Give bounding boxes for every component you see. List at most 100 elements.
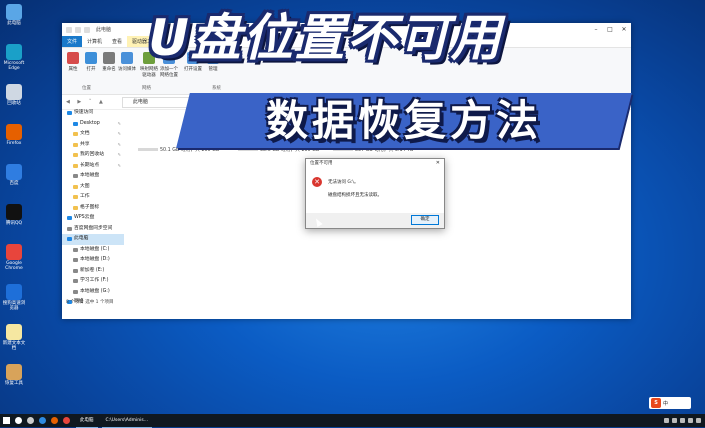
dialog-close-icon[interactable]: ✕ xyxy=(436,160,440,166)
desktop-icon-label: 新建文本文档 xyxy=(2,341,26,351)
ribbon-button-icon xyxy=(85,52,97,64)
desktop-icon[interactable]: Microsoft Edge xyxy=(2,44,26,71)
chrome-icon xyxy=(6,244,22,260)
folder-icon xyxy=(73,153,78,157)
nav-item-label: 此电脑 xyxy=(74,236,89,241)
nav-item[interactable]: Desktop ✎ xyxy=(62,119,124,130)
desktop-icon[interactable]: Google Chrome xyxy=(2,244,26,271)
desktop-icon[interactable]: 此电脑 xyxy=(2,4,26,26)
ribbon-group-label: 网络 xyxy=(142,86,151,91)
desktop-icon[interactable]: 百度 xyxy=(2,164,26,186)
drive-icon xyxy=(67,226,72,231)
tray-icon[interactable] xyxy=(680,418,685,423)
location-unavailable-dialog: 位置不可用 ✕ ✕ 无法访问 G:\。 磁盘结构损坏且无法读取。 确定 xyxy=(305,158,445,229)
desktop-icon-label: 搜狗高速浏览器 xyxy=(2,301,26,311)
desktop-icon[interactable]: 腾讯QQ xyxy=(2,204,26,226)
ribbon-button-icon xyxy=(67,52,79,64)
nav-item-label: 本地磁盘 (C:) xyxy=(80,246,110,252)
nav-item[interactable]: 学习工作 (F:) xyxy=(62,276,124,287)
nav-item[interactable]: 共享 ✎ xyxy=(62,140,124,151)
nav-item-label: 快速访问 xyxy=(74,110,94,115)
desktop-icon[interactable]: Firefox xyxy=(2,124,26,146)
windows-start-icon[interactable] xyxy=(0,414,12,427)
title-banner: U盘位置不可用 xyxy=(123,0,528,76)
task-view-icon[interactable] xyxy=(24,414,36,427)
ribbon-button[interactable]: 打开 xyxy=(82,52,100,72)
minimize-button[interactable]: – xyxy=(589,26,603,33)
banner-subtitle: 数据恢复方法 xyxy=(265,96,542,145)
notification-icon[interactable] xyxy=(696,418,701,423)
firefox-icon[interactable] xyxy=(48,414,60,427)
nav-item[interactable]: 工作 xyxy=(62,192,124,203)
drive-icon xyxy=(73,174,78,178)
nav-item[interactable]: 本地磁盘 (C:) xyxy=(62,245,124,256)
taskbar-path[interactable]: C:\Users\Adminis... xyxy=(101,414,153,428)
quick-access-toolbar[interactable] xyxy=(66,26,90,33)
dialog-footer: 确定 xyxy=(306,213,444,228)
status-bar: 8 个项目 选中 1 个项目 xyxy=(66,300,114,305)
nav-item[interactable]: 文档 ✎ xyxy=(62,129,124,140)
nav-item[interactable]: 此电脑 xyxy=(62,234,124,245)
ribbon-group-label: 系统 xyxy=(212,86,221,91)
nav-item[interactable]: 快速访问 xyxy=(62,108,124,119)
ribbon-button[interactable]: 重命名 xyxy=(100,52,118,72)
folder-icon xyxy=(73,142,78,147)
nav-arrows-icon[interactable]: ◀ ▶ ˅ ▲ xyxy=(66,99,106,105)
edge-icon xyxy=(6,44,22,60)
nav-item[interactable]: 本地磁盘 (D:) xyxy=(62,255,124,266)
nav-item[interactable]: WPS云盘 xyxy=(62,213,124,224)
desktop-icon[interactable]: 新建文本文档 xyxy=(2,324,26,351)
close-button[interactable]: ✕ xyxy=(617,26,631,33)
pin-icon: ✎ xyxy=(117,162,121,168)
ribbon-button[interactable]: 属性 xyxy=(64,52,82,72)
pin-icon: ✎ xyxy=(117,120,121,126)
desktop-icon[interactable]: 搜狗高速浏览器 xyxy=(2,284,26,311)
pin-icon: ✎ xyxy=(117,131,121,136)
tab-file[interactable]: 文件 xyxy=(62,36,83,47)
pin-icon: ✎ xyxy=(117,152,121,157)
drive-usage-bar xyxy=(238,148,258,151)
folder-icon xyxy=(73,184,78,189)
drive-capacity-label: 38.6 GB 可用，共 200 GB xyxy=(260,148,320,153)
error-icon: ✕ xyxy=(312,177,322,187)
chrome-icon[interactable] xyxy=(60,414,72,427)
nav-item-label: 格子图标 xyxy=(80,204,100,210)
nav-item[interactable]: 长期站点 ✎ xyxy=(62,161,124,172)
drive-icon xyxy=(73,289,78,294)
ribbon-button-label: 打开 xyxy=(86,67,96,72)
desktop-icon-label: Google Chrome xyxy=(5,261,23,271)
ribbon-group-label: 位置 xyxy=(82,86,91,91)
nav-item[interactable]: 百度网盘同步空间 xyxy=(62,224,124,235)
subtitle-banner: 数据恢复方法 xyxy=(176,93,632,148)
nav-item-label: 学习工作 (F:) xyxy=(80,278,109,283)
sogou-browser-icon xyxy=(6,284,22,300)
desktop-icon[interactable]: 回收站 xyxy=(2,84,26,106)
ime-toolbar[interactable]: S 中 xyxy=(649,397,691,409)
tray-icon[interactable] xyxy=(688,418,693,423)
nav-item[interactable]: 本地磁盘 (G:) xyxy=(62,287,124,298)
ime-mode: 中 xyxy=(663,400,669,407)
nav-item[interactable]: 我的回收站 ✎ xyxy=(62,150,124,161)
tray-icon[interactable] xyxy=(664,418,669,423)
ok-button[interactable]: 确定 xyxy=(411,215,439,225)
desktop-icon[interactable]: 恢复工具 xyxy=(2,364,26,386)
nav-item[interactable]: 大图 xyxy=(62,182,124,193)
banner-title: U盘位置不可用 xyxy=(148,9,503,67)
desktop-icon-label: 此电脑 xyxy=(7,21,21,26)
app-blue-icon[interactable] xyxy=(36,414,48,427)
drive-usage-bar xyxy=(138,148,158,151)
star-app-icon xyxy=(6,164,22,180)
tab-computer[interactable]: 计算机 xyxy=(82,36,107,47)
desktop-icon-label: 百度 xyxy=(9,181,19,186)
maximize-button[interactable]: □ xyxy=(603,26,617,33)
this-pc-icon xyxy=(6,4,22,20)
nav-item[interactable]: 新加卷 (E:) xyxy=(62,266,124,277)
search-icon[interactable] xyxy=(12,414,24,427)
nav-item[interactable]: 本地磁盘 xyxy=(62,171,124,182)
tray-icon[interactable] xyxy=(672,418,677,423)
nav-item[interactable]: 格子图标 xyxy=(62,203,124,214)
taskbar-explorer[interactable]: 此电脑 xyxy=(76,414,98,428)
file-icon xyxy=(6,324,22,340)
drive-icon xyxy=(67,237,72,241)
nav-item-label: 本地磁盘 (D:) xyxy=(80,257,110,262)
